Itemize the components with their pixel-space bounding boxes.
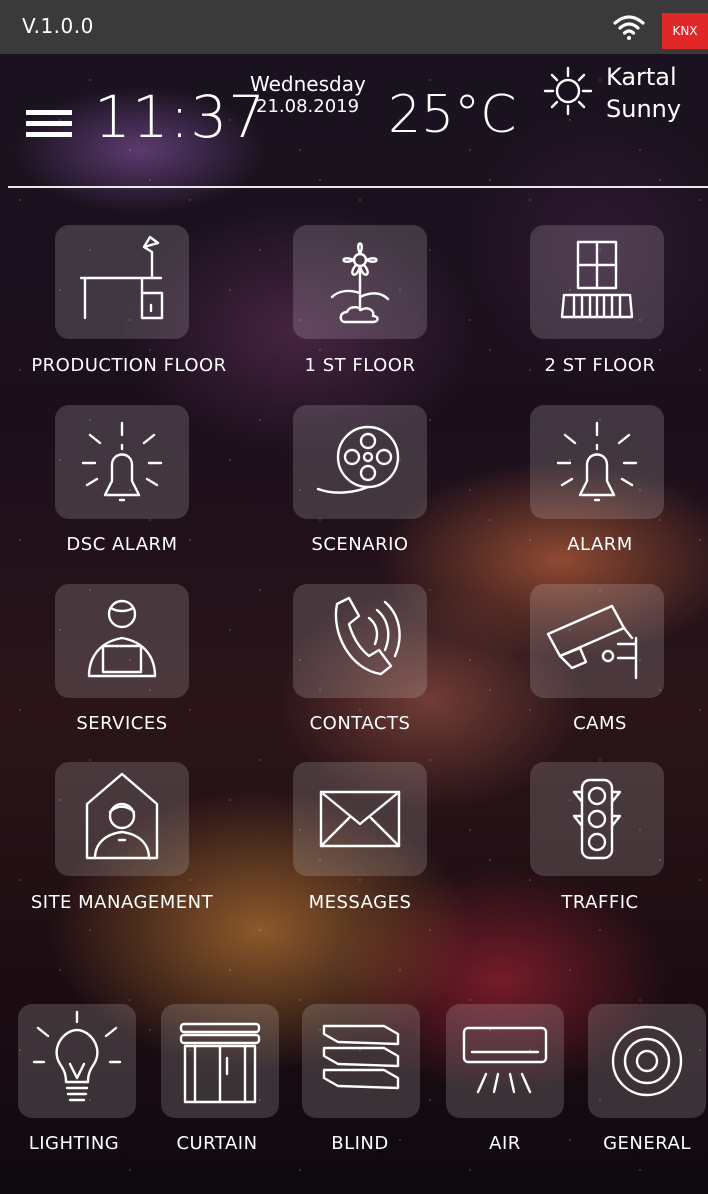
person-laptop-icon	[87, 599, 157, 678]
general-label: GENERAL	[603, 1133, 691, 1154]
date-label: 21.08.2019	[256, 96, 360, 117]
alarm-label: ALARM	[567, 534, 633, 555]
clock-time: 11:37	[94, 83, 267, 151]
lighting-label: LIGHTING	[28, 1133, 120, 1154]
blind-icon	[322, 1024, 400, 1090]
site-management-label: SITE MANAGEMENT	[30, 892, 214, 913]
contacts-label: CONTACTS	[309, 713, 411, 734]
weather-city: Kartal	[606, 63, 677, 91]
cams-button[interactable]	[530, 584, 664, 698]
site-management-button[interactable]	[55, 762, 189, 876]
services-button[interactable]	[55, 584, 189, 698]
scenario-label: SCENARIO	[311, 534, 409, 555]
alarm-bell-icon	[556, 421, 638, 502]
scenario-button[interactable]	[293, 405, 427, 519]
alarm-bell-icon	[81, 421, 163, 502]
house-person-icon	[85, 772, 159, 860]
envelope-icon	[319, 790, 401, 848]
general-button[interactable]	[588, 1004, 706, 1118]
first-floor-button[interactable]	[293, 225, 427, 339]
messages-label: MESSAGES	[308, 892, 412, 913]
second-floor-button[interactable]	[530, 225, 664, 339]
curtain-label: CURTAIN	[176, 1133, 258, 1154]
status-bar: V.1.0.0 KNX	[0, 0, 708, 54]
sun-icon	[543, 66, 593, 116]
lighting-button[interactable]	[18, 1004, 136, 1118]
services-label: SERVICES	[76, 713, 168, 734]
dsc-alarm-button[interactable]	[55, 405, 189, 519]
blind-button[interactable]	[302, 1004, 420, 1118]
security-camera-icon	[546, 604, 638, 680]
traffic-label: TRAFFIC	[561, 892, 639, 913]
weekday-label: Wednesday	[250, 72, 366, 96]
target-icon	[611, 1025, 683, 1097]
air-label: AIR	[489, 1133, 521, 1154]
flower-pot-icon	[330, 242, 390, 324]
alarm-button[interactable]	[530, 405, 664, 519]
weather-condition: Sunny	[606, 95, 682, 123]
phone-ringing-icon	[334, 596, 401, 676]
desk-lamp-icon	[79, 235, 164, 320]
air-button[interactable]	[446, 1004, 564, 1118]
version-label: V.1.0.0	[22, 14, 94, 38]
second-floor-label: 2 ST FLOOR	[544, 355, 656, 376]
production-floor-button[interactable]	[55, 225, 189, 339]
temperature-label: 25°C	[388, 85, 517, 145]
air-conditioner-icon	[462, 1026, 548, 1094]
knx-badge[interactable]: KNX	[662, 13, 708, 49]
contacts-button[interactable]	[293, 584, 427, 698]
lightbulb-icon	[32, 1010, 122, 1102]
wifi-icon	[613, 15, 645, 40]
dsc-alarm-label: DSC ALARM	[66, 534, 178, 555]
curtain-icon	[179, 1022, 261, 1104]
hamburger-menu-icon[interactable]	[26, 110, 72, 138]
cams-label: CAMS	[573, 713, 627, 734]
production-floor-label: PRODUCTION FLOOR	[31, 355, 227, 376]
traffic-button[interactable]	[530, 762, 664, 876]
window-balcony-icon	[560, 240, 634, 319]
header-divider	[8, 186, 708, 188]
traffic-light-icon	[572, 778, 622, 860]
film-reel-icon	[316, 425, 400, 494]
blind-label: BLIND	[331, 1133, 389, 1154]
curtain-button[interactable]	[161, 1004, 279, 1118]
first-floor-label: 1 ST FLOOR	[304, 355, 416, 376]
messages-button[interactable]	[293, 762, 427, 876]
